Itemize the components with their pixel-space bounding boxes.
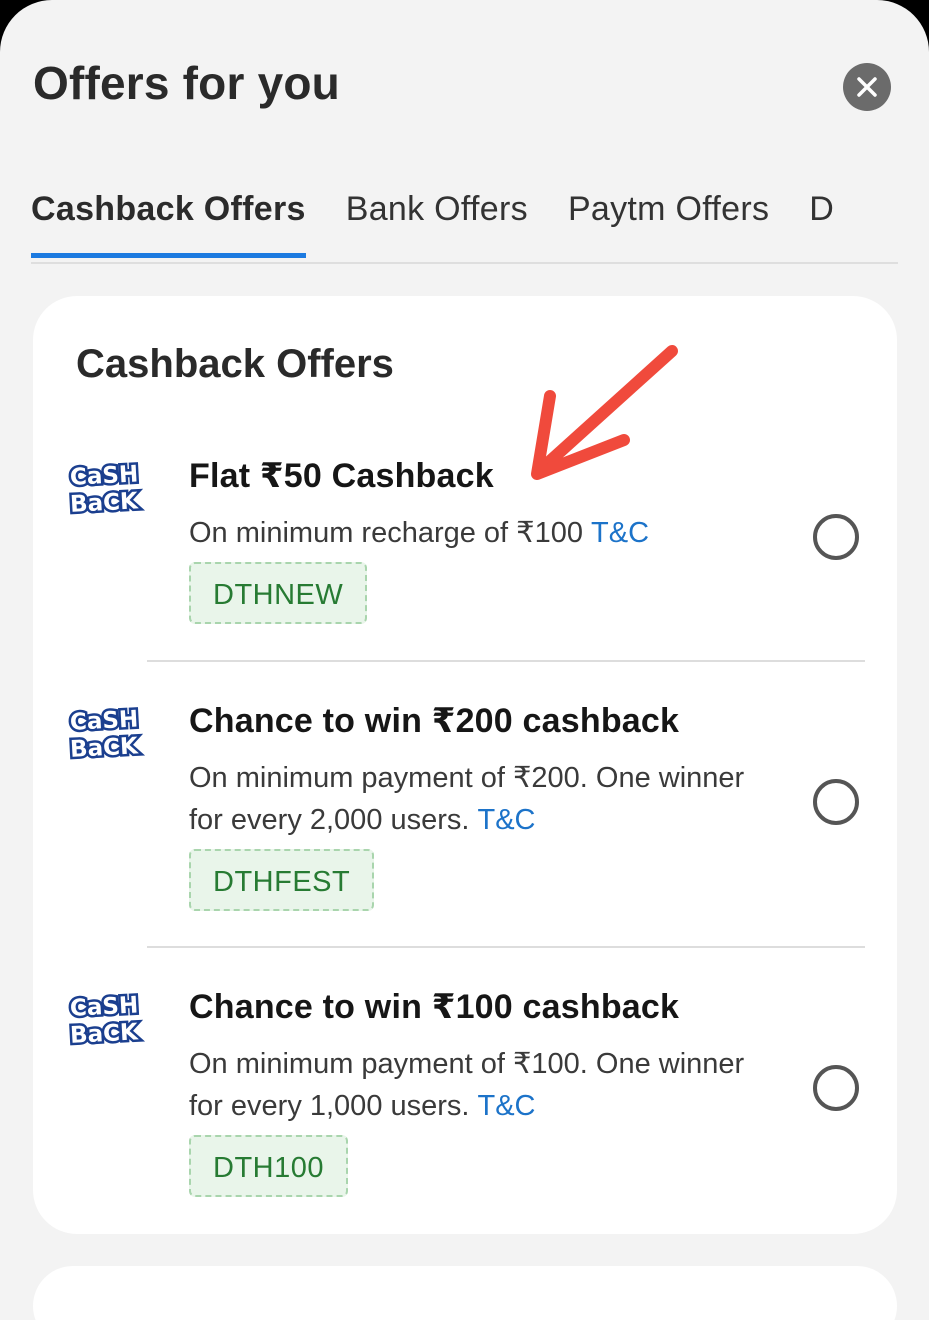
cashback-logo-bottom: BaCK: [69, 733, 139, 763]
tnc-link[interactable]: T&C: [477, 804, 535, 836]
divider: [147, 660, 865, 662]
cashback-logo-icon: CaSH BaCK: [68, 990, 142, 1049]
divider: [147, 946, 865, 948]
page-title: Offers for you: [33, 57, 340, 109]
offer-tabs: Cashback Offers Bank Offers Paytm Offers D: [31, 190, 898, 264]
tab-cashback-offers[interactable]: Cashback Offers: [31, 190, 306, 258]
offer-description: On minimum recharge of ₹100 T&C: [189, 512, 769, 554]
cashback-logo-bottom: BaCK: [69, 1019, 139, 1049]
offer-description-text: On minimum payment of ₹200. One winner f…: [189, 762, 745, 836]
offer-description: On minimum payment of ₹100. One winner f…: [189, 1043, 769, 1127]
cashback-offers-card: Cashback Offers CaSH BaCK Flat ₹50 Cashb…: [33, 296, 897, 1234]
offer-radio[interactable]: [813, 779, 859, 825]
section-title: Cashback Offers: [76, 342, 394, 386]
cashback-logo-top: CaSH: [69, 461, 138, 491]
tnc-link[interactable]: T&C: [591, 517, 649, 549]
offer-radio[interactable]: [813, 1065, 859, 1111]
offer-description: On minimum payment of ₹200. One winner f…: [189, 757, 769, 841]
offers-sheet: Offers for you Cashback Offers Bank Offer…: [0, 0, 929, 1320]
cashback-logo-bottom: BaCK: [69, 488, 139, 518]
promo-code[interactable]: DTHNEW: [189, 562, 368, 624]
close-icon: [857, 77, 877, 97]
tnc-link[interactable]: T&C: [477, 1090, 535, 1122]
offer-description-text: On minimum recharge of ₹100: [189, 517, 584, 549]
promo-code[interactable]: DTH100: [189, 1135, 348, 1197]
offer-description-text: On minimum payment of ₹100. One winner f…: [189, 1048, 745, 1122]
tab-paytm-offers[interactable]: Paytm Offers: [568, 190, 769, 253]
cashback-logo-icon: CaSH BaCK: [68, 704, 142, 763]
tab-more-offers[interactable]: D: [809, 190, 834, 253]
close-button[interactable]: [843, 63, 891, 111]
offer-title: Chance to win ₹200 cashback: [189, 702, 680, 740]
cashback-logo-top: CaSH: [69, 992, 138, 1022]
offer-title: Chance to win ₹100 cashback: [189, 988, 680, 1026]
tab-bank-offers[interactable]: Bank Offers: [346, 190, 528, 253]
cashback-logo-icon: CaSH BaCK: [68, 459, 142, 518]
offer-radio[interactable]: [813, 514, 859, 560]
offer-title: Flat ₹50 Cashback: [189, 457, 494, 495]
next-card-peek: [33, 1266, 897, 1320]
cashback-logo-top: CaSH: [69, 706, 138, 736]
promo-code[interactable]: DTHFEST: [189, 849, 375, 911]
